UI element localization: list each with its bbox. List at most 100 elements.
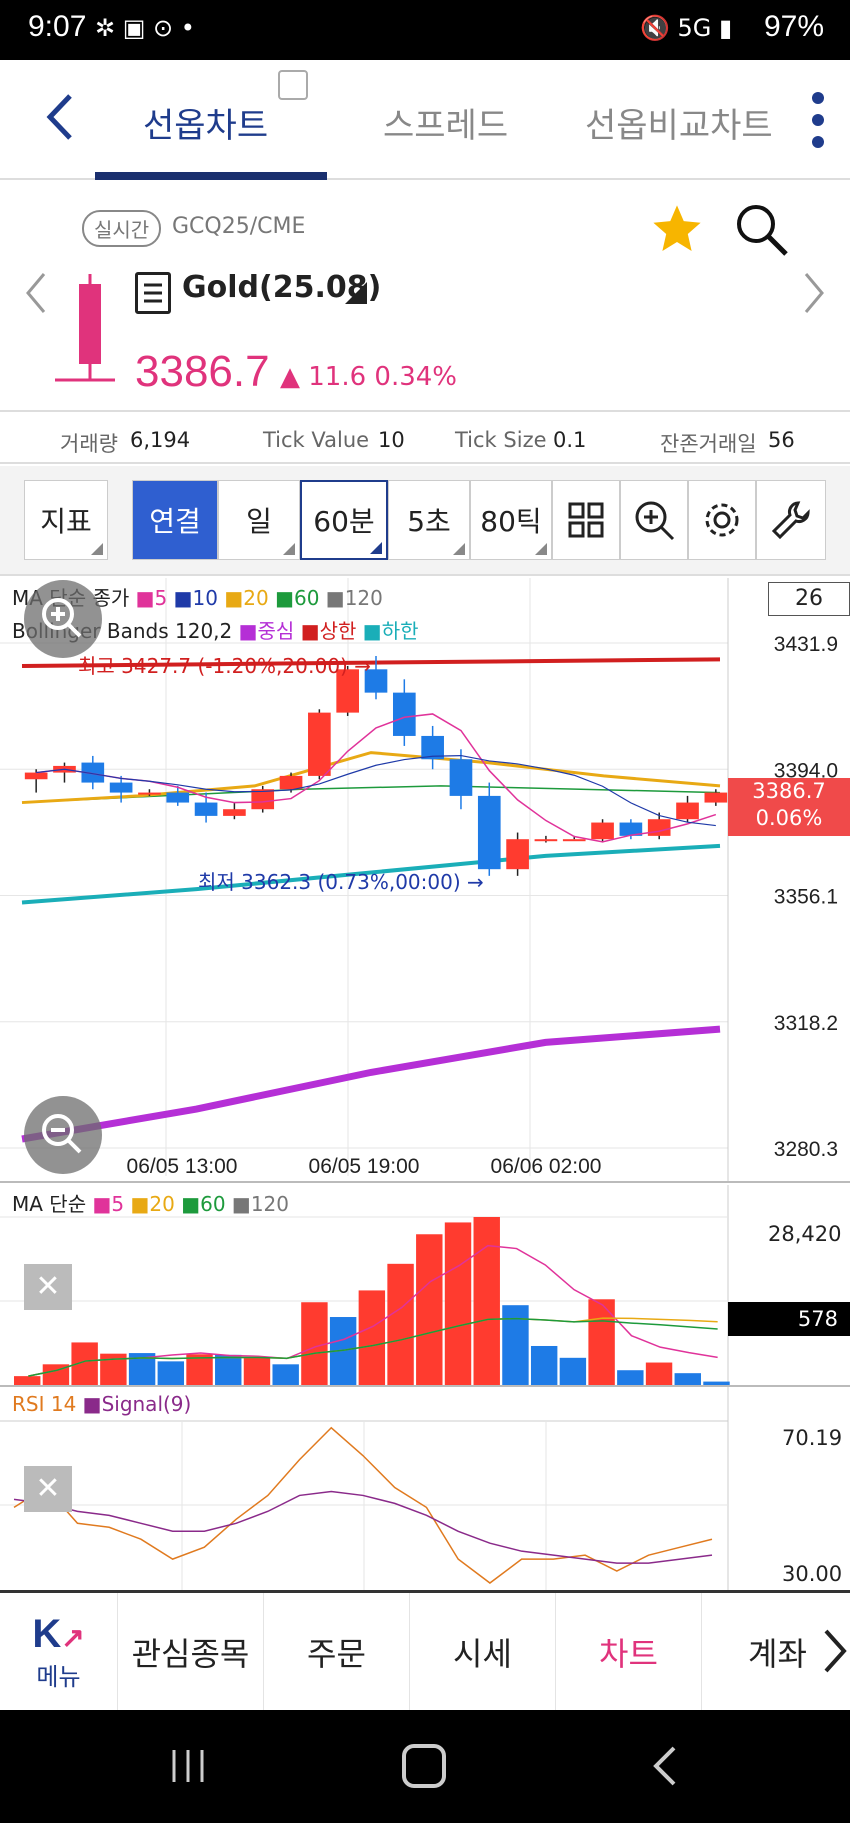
bb-center-swatch: ■ [238,619,258,643]
volume-value: 6,194 [130,428,191,452]
close-rsi-pane-icon[interactable]: ✕ [24,1466,72,1512]
system-back-icon[interactable] [650,1744,680,1788]
ma60-swatch: ■ [275,586,294,610]
volume-bar [215,1354,242,1385]
chart-zoom-out-icon[interactable] [24,1096,102,1174]
period-60min-button[interactable]: 60분 [300,480,388,560]
volume-bar [588,1299,615,1385]
candle-body [534,839,558,842]
prev-symbol-icon[interactable] [20,268,50,318]
day-label: 일 [246,505,272,538]
ma20-line [21,751,721,805]
vol-ma60-label: 60 [200,1192,226,1216]
vol-ma5-swatch: ■ [92,1192,112,1216]
bb-lower-swatch: ■ [362,619,382,643]
chart-zoom-in-icon[interactable] [24,580,102,658]
tick-value-label: Tick Value [263,428,370,452]
volume-bar [14,1376,41,1385]
nav-watchlist[interactable]: 관심종목 [118,1593,264,1710]
nav-chart[interactable]: 차트 [556,1593,702,1710]
realtime-chip: 실시간 [82,210,162,247]
symbol-list-icon[interactable] [135,272,171,314]
volume-bar [358,1290,386,1385]
symbol-header: 실시간 GCQ25/CME Gold(25.08) 3386.7 ▲ 11.6 … [0,182,850,412]
volume-bar [502,1305,529,1385]
min60-label: 60분 [313,505,375,538]
symbol-code: GCQ25/CME [172,214,306,239]
symbol-dropdown-icon[interactable] [345,282,367,304]
period-80tick-button[interactable]: 80틱 [470,480,552,560]
nav-quotes[interactable]: 시세 [410,1593,556,1710]
nav-order[interactable]: 주문 [264,1593,410,1710]
volume-bar [416,1234,443,1385]
high-annotation: 최고 3427.7 (-1.20%,20:00) → [78,654,371,678]
y-tick-label: 3356.1 [774,886,838,909]
tab-spread[interactable]: 스프레드 [383,98,508,147]
candle-count-box[interactable]: 26 [768,582,850,616]
volume-bar [157,1361,185,1385]
layout-grid-icon[interactable] [552,480,620,560]
candle-body [676,802,699,820]
period-day-button[interactable]: 일 [218,480,300,560]
back-icon[interactable] [40,82,80,152]
volume-bar [645,1362,673,1385]
volume-bar [530,1345,558,1385]
candle-body [109,782,133,793]
volume-bar [617,1370,644,1385]
favorite-star-icon[interactable] [650,202,704,256]
tab-compare-chart[interactable]: 선옵비교차트 [585,98,773,147]
period-5sec-button[interactable]: 5초 [388,480,470,560]
candle-body [477,795,501,870]
tick-size-label: Tick Size [455,428,547,452]
nav-scroll-right-icon[interactable] [820,1623,850,1679]
rsi-chart[interactable] [0,1387,850,1590]
home-icon[interactable] [402,1744,446,1788]
vol-ma20-label: 20 [149,1192,175,1216]
volume-bar [186,1354,213,1385]
volume-bar [473,1217,500,1385]
next-symbol-icon[interactable] [800,268,830,318]
candle-body [562,839,586,842]
candle-body [166,792,190,803]
zoom-in-icon[interactable] [620,480,688,560]
y-tick-label: 3431.9 [774,633,838,656]
ma120-label: 120 [344,586,383,610]
recent-apps-icon[interactable] [168,1746,208,1786]
quote-info-row: 거래량 6,194 Tick Value 10 Tick Size 0.1 잔존… [0,414,850,464]
sec5-label: 5초 [407,505,451,538]
notification-icons: ✲ ▣ ⊙ • [95,14,195,42]
connect-button[interactable]: 연결 [132,480,218,560]
ma10-label: 10 [192,586,218,610]
chart-toolbar: 지표 연결 일 60분 5초 80틱 [0,466,850,576]
candle-body [24,772,48,780]
y-tick-label: 3318.2 [774,1012,838,1035]
candle-body [647,819,671,836]
settings-gear-icon[interactable] [688,480,756,560]
signal-line [13,1490,713,1564]
close-volume-pane-icon[interactable]: ✕ [24,1264,72,1310]
volume-label: 거래량 [60,432,118,456]
volume-legend-title: MA 단순 [12,1192,87,1216]
tab-futures-chart[interactable]: 선옵차트 [143,98,268,147]
x-tick-label: 06/05 19:00 [309,1155,420,1178]
volume-bar [387,1263,414,1385]
indicator-button[interactable]: 지표 [24,480,108,560]
x-tick-label: 06/05 13:00 [127,1155,238,1178]
tab-bar: 선옵차트 스프레드 선옵비교차트 [0,60,850,180]
ma120-swatch: ■ [325,586,345,610]
volume-current-tag: 578 [728,1302,850,1336]
x-tick-label: 06/06 02:00 [491,1155,602,1178]
more-menu-icon[interactable] [810,90,826,150]
tick80-label: 80틱 [480,505,542,538]
rsi-top-label: 70.19 [782,1426,843,1450]
remaining-days-label: 잔존거래일 [660,432,757,456]
search-icon[interactable] [732,200,792,260]
tick-value-value: 10 [378,428,405,452]
candle-body [308,712,331,776]
candle-body [591,822,614,840]
connect-label: 연결 [149,505,201,538]
nav-menu[interactable]: K↗ 메뉴 [0,1593,118,1710]
volume-bar [703,1381,730,1385]
y-tick-label: 3280.3 [774,1138,838,1161]
tools-wrench-icon[interactable] [756,480,826,560]
